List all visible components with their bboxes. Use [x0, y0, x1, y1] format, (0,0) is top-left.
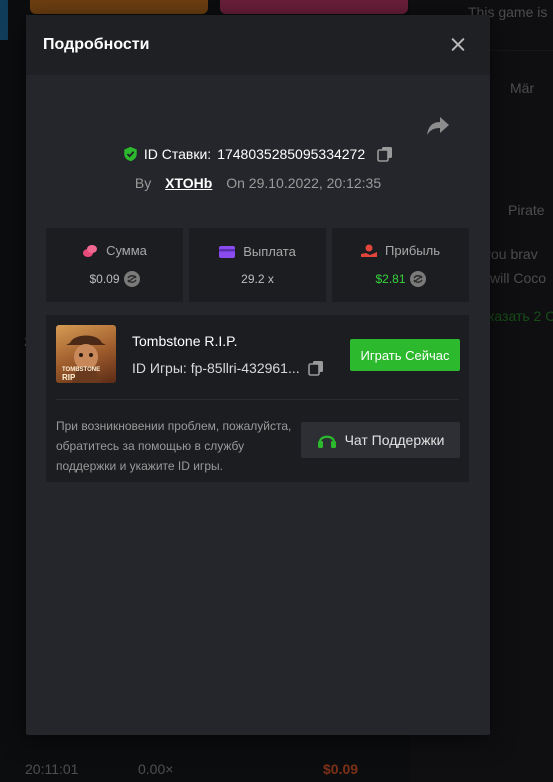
stat-amount-label: Сумма	[106, 243, 147, 258]
wallet-icon	[219, 245, 236, 258]
shield-check-icon	[124, 146, 137, 162]
modal-title: Подробности	[43, 36, 150, 53]
bet-date: 29.10.2022, 20:12:35	[248, 175, 382, 191]
play-now-button[interactable]: Играть Сейчас	[350, 339, 460, 371]
bet-id-label: ID Ставки:	[143, 146, 212, 162]
username-link[interactable]: XTOHb	[165, 175, 212, 191]
coins-icon	[83, 244, 98, 257]
currency-coin-icon	[409, 271, 426, 287]
bet-id-row: ID Ставки: 1748035285095334272	[26, 146, 490, 165]
stat-amount: Сумма $0.09	[46, 228, 183, 302]
stat-amount-value: $0.09	[89, 272, 120, 286]
close-icon[interactable]	[448, 35, 468, 55]
bet-details-modal: Подробности ID Ставки: 174803528509533427…	[26, 15, 490, 735]
stat-profit-label: Прибыль	[385, 243, 440, 258]
support-chat-button[interactable]: Чат Поддержки	[301, 422, 460, 458]
svg-text:RIP: RIP	[62, 373, 76, 382]
game-thumbnail[interactable]: TOMBSTONE RIP	[56, 325, 116, 383]
share-icon[interactable]	[426, 115, 450, 137]
bet-author-row: By XTOHb On 29.10.2022, 20:12:35	[26, 175, 490, 191]
support-chat-label: Чат Поддержки	[344, 432, 445, 448]
divider	[56, 399, 459, 400]
stat-payout: Выплата 29.2 x	[189, 228, 326, 302]
profit-hand-icon	[361, 244, 377, 257]
bet-id-value: 1748035285095334272	[217, 146, 366, 162]
copy-icon[interactable]	[307, 360, 324, 376]
game-id-value: fp-85llri-432961...	[190, 360, 300, 376]
game-card: TOMBSTONE RIP Tombstone R.I.P. ID Игры: …	[46, 315, 469, 482]
on-label: On	[226, 175, 245, 191]
currency-coin-icon	[123, 271, 140, 287]
stat-payout-label: Выплата	[243, 244, 296, 259]
modal-header: Подробности	[26, 15, 490, 75]
copy-icon[interactable]	[377, 146, 393, 162]
by-label: By	[134, 175, 152, 191]
stat-profit-value: $2.81	[375, 272, 406, 286]
headset-icon	[317, 435, 336, 448]
stat-profit: Прибыль $2.81	[332, 228, 469, 302]
support-help-text: При возникновении проблем, пожалуйста, о…	[56, 419, 292, 473]
game-id-label: ID Игры:	[132, 360, 187, 376]
game-name[interactable]: Tombstone R.I.P.	[132, 333, 238, 349]
game-id-row: ID Игры: fp-85llri-432961...	[132, 360, 324, 376]
bet-stats: Сумма $0.09 Выплата 29.2 x Прибыль $2.81	[46, 228, 469, 302]
game-thumbnail-art: TOMBSTONE RIP	[62, 335, 106, 383]
stat-payout-value: 29.2 x	[241, 272, 274, 286]
